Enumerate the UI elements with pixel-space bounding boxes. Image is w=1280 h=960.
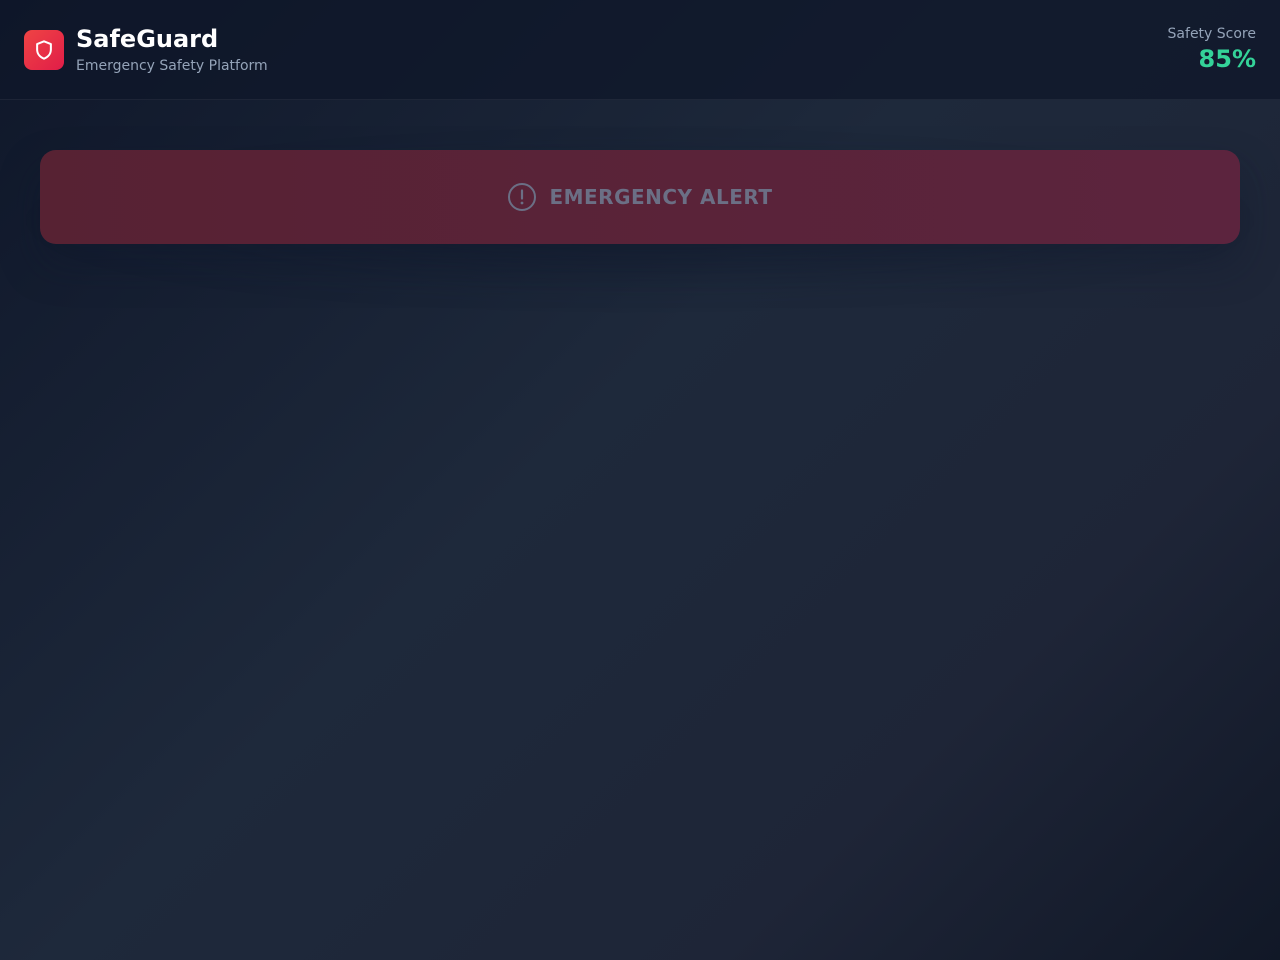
logo [24, 30, 64, 70]
app-title: SafeGuard [76, 25, 219, 53]
app-header: SafeGuard Emergency Safety Platform Safe… [0, 0, 1280, 100]
shield-icon [36, 40, 52, 60]
safety-score-value: 85% [1198, 45, 1256, 73]
emergency-alert-label: EMERGENCY ALERT [549, 185, 773, 209]
safety-score-label: Safety Score [1167, 26, 1256, 42]
emergency-alert-button[interactable]: EMERGENCY ALERT [40, 150, 1240, 244]
alert-circle-icon [507, 182, 537, 212]
app-subtitle: Emergency Safety Platform [76, 58, 268, 74]
